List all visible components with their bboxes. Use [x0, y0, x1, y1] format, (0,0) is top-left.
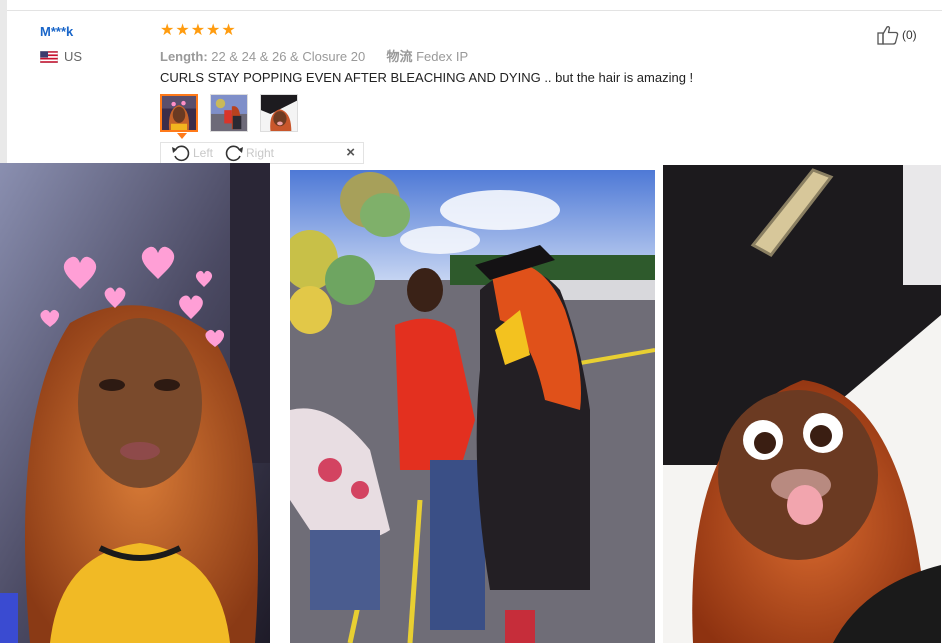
star-icon: ★	[190, 22, 206, 39]
star-icon: ★	[221, 22, 236, 39]
rotate-left-label: Left	[193, 146, 214, 160]
review-photo-image	[663, 165, 941, 643]
rotate-right-button[interactable]: Right	[224, 143, 274, 163]
order-attributes: Length: 22 & 24 & 26 & Closure 20 物流 Fed…	[160, 46, 468, 65]
rotate-left-icon	[172, 145, 190, 162]
star-rating: ★ ★ ★ ★ ★	[160, 23, 237, 39]
review-divider	[7, 10, 942, 11]
review-text: CURLS STAY POPPING EVEN AFTER BLEACHING …	[160, 70, 694, 85]
active-thumbnail-pointer	[177, 133, 187, 139]
review-photo-1	[0, 163, 270, 643]
thumbs-up-icon	[877, 26, 899, 45]
us-flag-icon	[40, 50, 58, 63]
country-code: US	[64, 49, 83, 64]
review-photo-image	[0, 163, 270, 643]
length-value: 22 & 24 & 26 & Closure 20	[211, 49, 366, 64]
like-count: (0)	[902, 28, 917, 42]
reviewer-name: M***k	[40, 24, 74, 39]
star-icon: ★	[160, 22, 175, 39]
rotate-left-button[interactable]: Left	[171, 143, 213, 163]
image-viewer-toolbar: Left Right ×	[160, 142, 364, 164]
star-icon: ★	[206, 22, 221, 39]
review-photo-image	[290, 170, 655, 643]
review-photo-2	[290, 170, 655, 643]
rotate-right-label: Right	[246, 146, 275, 160]
thumbnail-image	[261, 95, 297, 131]
reviewer-country: US	[40, 49, 82, 64]
thumbnail-image	[162, 96, 196, 130]
review-thumbnail-3[interactable]	[260, 94, 298, 132]
star-icon: ★	[175, 22, 190, 39]
review-thumbnails	[160, 94, 310, 132]
review-thumbnail-2[interactable]	[210, 94, 248, 132]
thumbnail-image	[211, 95, 247, 131]
length-label: Length:	[160, 49, 208, 64]
like-button[interactable]: (0)	[877, 25, 917, 45]
logistics-label: 物流	[386, 49, 413, 64]
logistics-value: Fedex IP	[416, 49, 469, 64]
review-thumbnail-1[interactable]	[160, 94, 198, 132]
close-viewer-button[interactable]: ×	[346, 144, 355, 161]
review-photo-3	[663, 165, 941, 643]
rotate-right-icon	[225, 145, 243, 162]
